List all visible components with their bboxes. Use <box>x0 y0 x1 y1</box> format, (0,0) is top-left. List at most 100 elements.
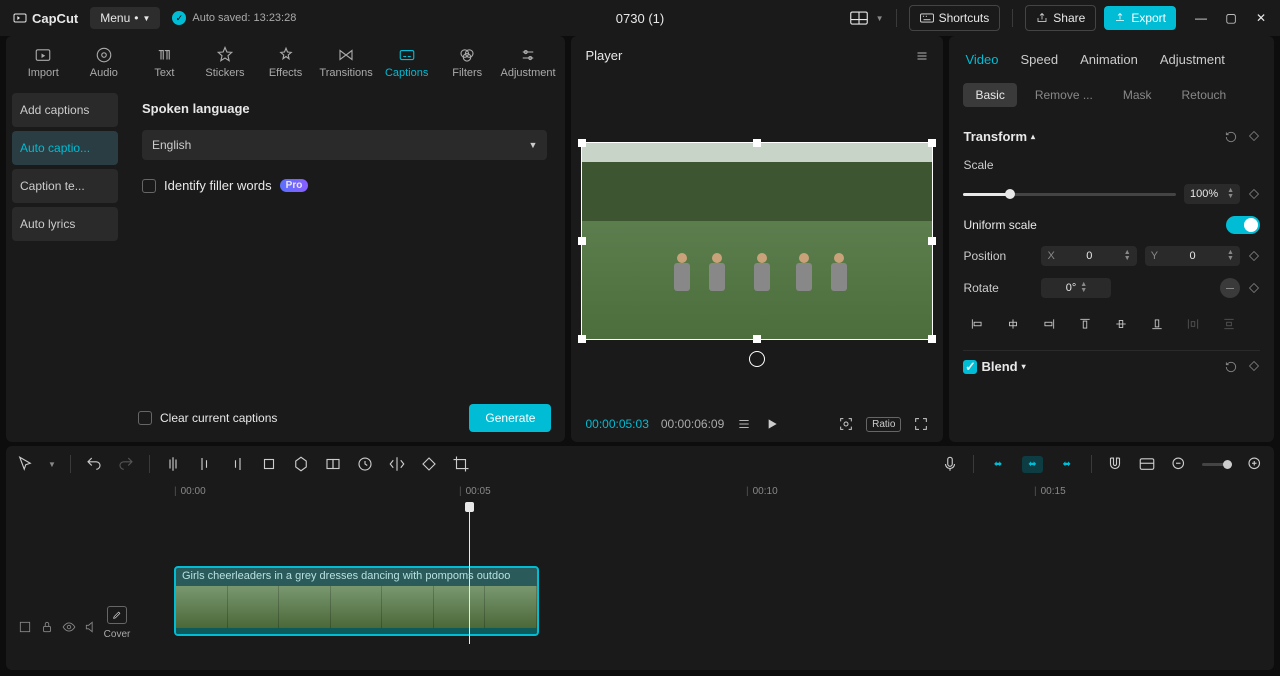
resize-handle[interactable] <box>753 139 761 147</box>
tab-video[interactable]: Video <box>963 46 1000 73</box>
tab-adjustment[interactable]: Adjustment <box>499 40 558 85</box>
position-x-input[interactable]: X0▲▼ <box>1041 246 1136 266</box>
resize-handle[interactable] <box>928 237 936 245</box>
pointer-tool[interactable] <box>16 455 34 473</box>
zoom-in-icon[interactable] <box>1246 455 1264 473</box>
tab-filters[interactable]: Filters <box>438 40 497 85</box>
lock-icon[interactable] <box>40 620 54 634</box>
resize-handle[interactable] <box>753 335 761 343</box>
share-button[interactable]: Share <box>1025 5 1096 31</box>
duplicate-tool[interactable] <box>324 455 342 473</box>
align-right-button[interactable] <box>1035 312 1063 336</box>
align-left-button[interactable] <box>963 312 991 336</box>
undo-button[interactable] <box>85 455 103 473</box>
position-y-input[interactable]: Y0▲▼ <box>1145 246 1240 266</box>
zoom-out-icon[interactable] <box>1170 455 1188 473</box>
shortcuts-button[interactable]: Shortcuts <box>909 5 1001 31</box>
scale-slider[interactable] <box>963 193 1176 196</box>
tab-animation[interactable]: Animation <box>1078 46 1140 73</box>
mirror-tool[interactable] <box>388 455 406 473</box>
tab-text[interactable]: Text <box>135 40 194 85</box>
layout-icon[interactable] <box>850 11 868 25</box>
align-top-button[interactable] <box>1071 312 1099 336</box>
list-icon[interactable] <box>736 417 752 431</box>
video-clip[interactable]: Girls cheerleaders in a grey dresses dan… <box>174 566 539 636</box>
subtab-mask[interactable]: Mask <box>1111 83 1164 107</box>
chevron-down-icon[interactable]: ▼ <box>876 14 884 23</box>
generate-button[interactable]: Generate <box>469 404 551 432</box>
magnet-icon[interactable] <box>1106 455 1124 473</box>
subtab-basic[interactable]: Basic <box>963 83 1016 107</box>
resize-handle[interactable] <box>578 335 586 343</box>
cover-button[interactable]: Cover <box>102 606 132 640</box>
crop-tool[interactable] <box>260 455 278 473</box>
close-button[interactable]: ✕ <box>1254 11 1268 25</box>
focus-icon[interactable] <box>838 416 854 432</box>
preview-mode-icon[interactable] <box>1138 455 1156 473</box>
rotate-tool[interactable] <box>420 455 438 473</box>
zoom-slider[interactable] <box>1202 463 1232 466</box>
maximize-button[interactable]: ▢ <box>1224 11 1238 25</box>
crop2-tool[interactable] <box>452 455 470 473</box>
resize-handle[interactable] <box>578 237 586 245</box>
subtab-remove[interactable]: Remove ... <box>1023 83 1105 107</box>
sidebar-item-caption-templates[interactable]: Caption te... <box>12 169 118 203</box>
clear-captions-checkbox[interactable] <box>138 411 152 425</box>
resize-handle[interactable] <box>928 335 936 343</box>
eye-icon[interactable] <box>62 620 76 634</box>
keyframe-icon[interactable] <box>1248 282 1260 294</box>
fullscreen-icon[interactable] <box>913 416 929 432</box>
mic-icon[interactable] <box>941 455 959 473</box>
tab-captions[interactable]: Captions <box>377 40 436 85</box>
reset-icon[interactable] <box>1224 130 1238 144</box>
trim-left-tool[interactable] <box>196 455 214 473</box>
export-button[interactable]: Export <box>1104 6 1176 30</box>
chevron-down-icon[interactable]: ▼ <box>48 460 56 469</box>
tracks-area[interactable]: Girls cheerleaders in a grey dresses dan… <box>134 504 1274 644</box>
tab-transitions[interactable]: Transitions <box>317 40 376 85</box>
keyframe-icon[interactable] <box>1248 250 1260 262</box>
reverse-tool[interactable] <box>356 455 374 473</box>
tab-audio[interactable]: Audio <box>75 40 134 85</box>
align-hcenter-button[interactable] <box>999 312 1027 336</box>
tab-speed[interactable]: Speed <box>1018 46 1060 73</box>
scale-input[interactable]: 100%▲▼ <box>1184 184 1240 204</box>
menu-button[interactable]: Menu • ▼ <box>90 7 160 29</box>
keyframe-icon[interactable] <box>1248 360 1260 372</box>
trim-right-tool[interactable] <box>228 455 246 473</box>
keyframe-icon[interactable] <box>1248 188 1260 200</box>
resize-handle[interactable] <box>928 139 936 147</box>
minimize-button[interactable]: — <box>1194 11 1208 25</box>
snap-button-3[interactable]: ⬌ <box>1057 456 1077 473</box>
snap-button-1[interactable]: ⬌ <box>988 456 1008 473</box>
speaker-icon[interactable] <box>84 620 98 634</box>
rotate-dial[interactable] <box>1220 278 1240 298</box>
align-bottom-button[interactable] <box>1143 312 1171 336</box>
transform-title[interactable]: Transform▴ <box>963 129 1035 144</box>
split-tool[interactable] <box>164 455 182 473</box>
collapse-icon[interactable] <box>18 620 32 634</box>
ratio-button[interactable]: Ratio <box>866 417 901 432</box>
snap-button-2[interactable]: ⬌ <box>1022 456 1042 473</box>
filler-words-checkbox[interactable] <box>142 179 156 193</box>
sidebar-item-auto-captions[interactable]: Auto captio... <box>12 131 118 165</box>
hamburger-icon[interactable] <box>915 50 929 62</box>
sidebar-item-auto-lyrics[interactable]: Auto lyrics <box>12 207 118 241</box>
marker-tool[interactable] <box>292 455 310 473</box>
blend-checkbox[interactable]: ✓ <box>963 360 977 374</box>
subtab-retouch[interactable]: Retouch <box>1170 83 1239 107</box>
uniform-scale-toggle[interactable] <box>1226 216 1260 234</box>
tab-effects[interactable]: Effects <box>256 40 315 85</box>
reset-icon[interactable] <box>1224 360 1238 374</box>
language-select[interactable]: English ▼ <box>142 130 547 160</box>
redo-button[interactable] <box>117 455 135 473</box>
tab-adjustment[interactable]: Adjustment <box>1158 46 1227 73</box>
tab-import[interactable]: Import <box>14 40 73 85</box>
timeline-ruler[interactable]: 00:00 00:05 00:10 00:15 <box>134 482 1274 504</box>
sidebar-item-add-captions[interactable]: Add captions <box>12 93 118 127</box>
play-button[interactable] <box>764 416 780 432</box>
keyframe-icon[interactable] <box>1248 130 1260 142</box>
rotate-handle[interactable] <box>749 351 765 367</box>
resize-handle[interactable] <box>578 139 586 147</box>
rotate-input[interactable]: 0°▲▼ <box>1041 278 1111 298</box>
